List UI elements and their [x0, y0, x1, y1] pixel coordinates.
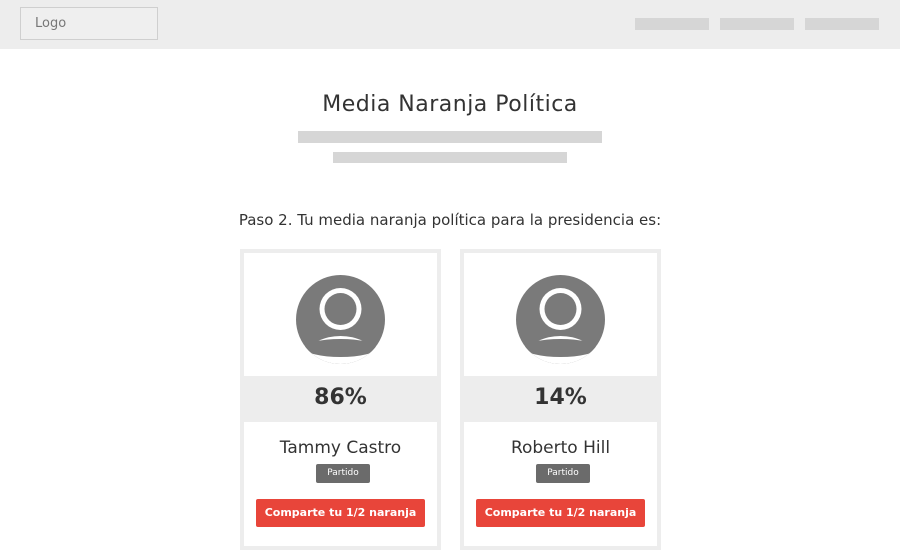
party-badge: Partido	[316, 464, 370, 483]
avatar-area	[464, 253, 657, 376]
logo[interactable]: Logo	[20, 7, 158, 40]
nav-link-2[interactable]	[720, 18, 794, 30]
subtitle-placeholder-line-1	[298, 131, 602, 143]
nav-link-1[interactable]	[635, 18, 709, 30]
candidate-info: Roberto Hill Partido Comparte tu 1/2 nar…	[464, 422, 657, 546]
candidate-name: Tammy Castro	[279, 438, 402, 458]
page-title: Media Naranja Política	[322, 92, 578, 117]
top-navbar: Logo	[0, 0, 900, 49]
share-button[interactable]: Comparte tu 1/2 naranja	[256, 499, 425, 527]
candidate-card: 14% Roberto Hill Partido Comparte tu 1/2…	[460, 249, 661, 550]
candidate-info: Tammy Castro Partido Comparte tu 1/2 nar…	[244, 422, 437, 546]
user-avatar-icon	[516, 275, 605, 364]
avatar-area	[244, 253, 437, 376]
match-percent: 86%	[314, 385, 367, 410]
share-button[interactable]: Comparte tu 1/2 naranja	[476, 499, 645, 527]
candidate-name: Roberto Hill	[510, 438, 611, 458]
step-instruction: Paso 2. Tu media naranja política para l…	[238, 211, 662, 229]
candidate-card: 86% Tammy Castro Partido Comparte tu 1/2…	[240, 249, 441, 550]
match-percent: 14%	[534, 385, 587, 410]
nav-link-3[interactable]	[805, 18, 879, 30]
user-avatar-icon	[296, 275, 385, 364]
subtitle-placeholder-line-2	[333, 152, 567, 163]
party-badge: Partido	[536, 464, 590, 483]
